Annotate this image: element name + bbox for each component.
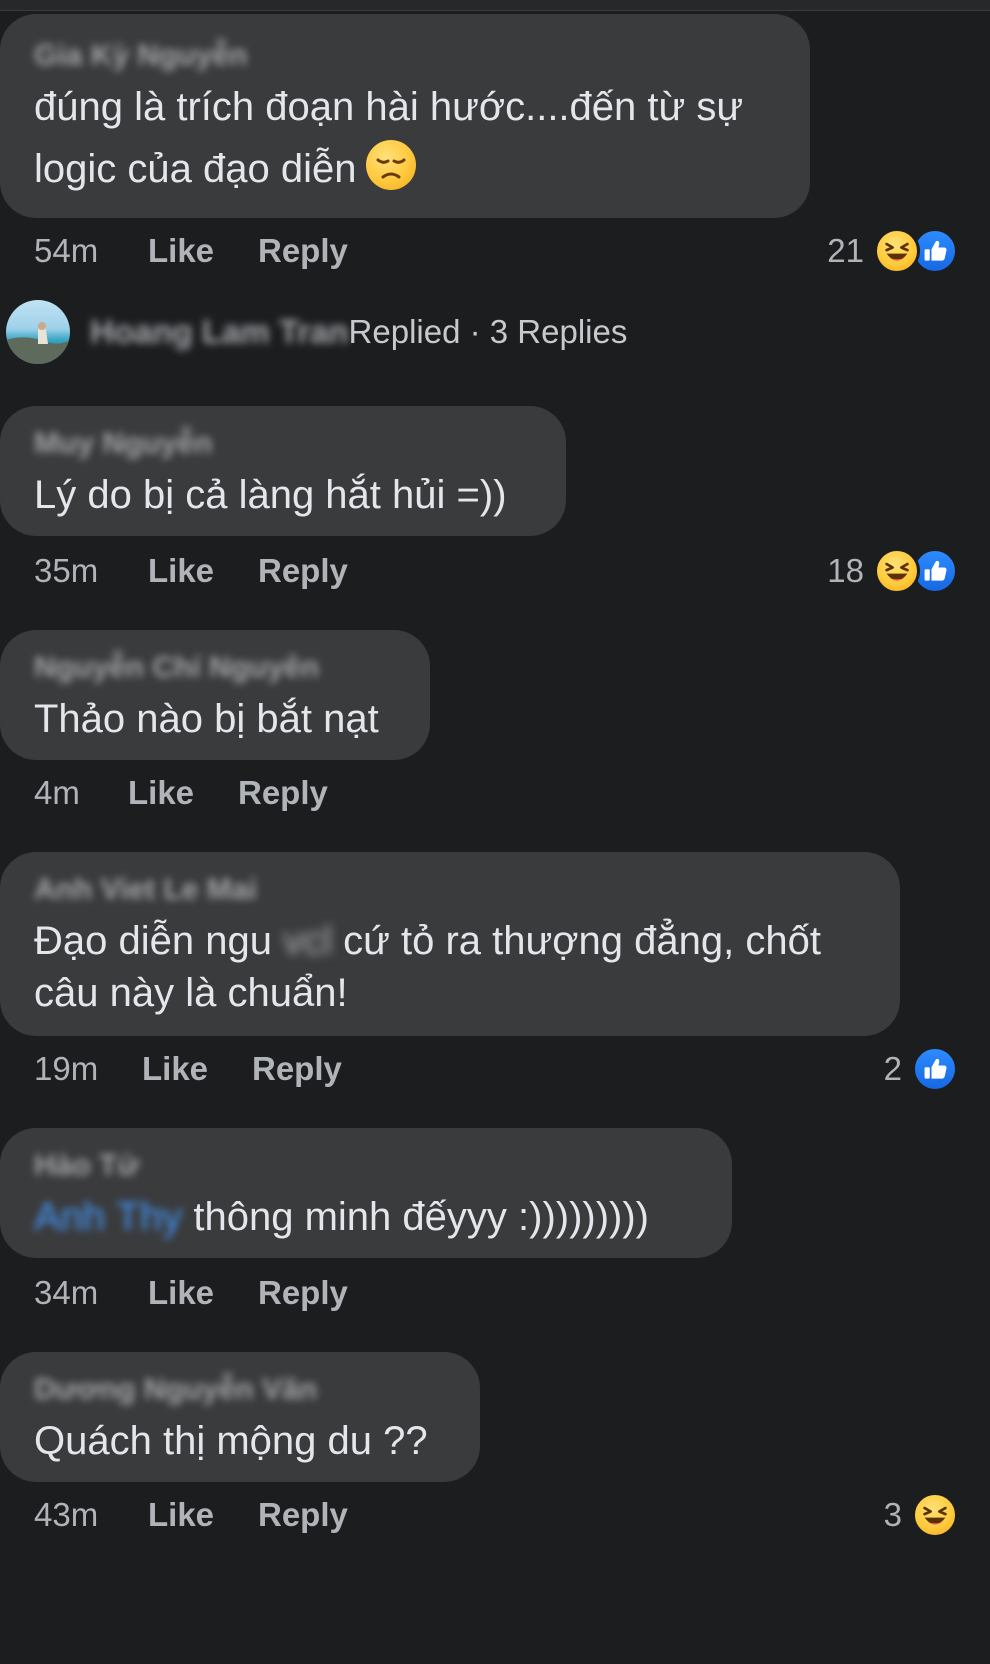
comment-author[interactable]: Muy Nguyễn bbox=[34, 424, 532, 464]
comment-text-line: logic của đạo diễn bbox=[34, 138, 776, 200]
comment-author[interactable]: Hào Tử bbox=[34, 1146, 698, 1186]
like-button[interactable]: Like bbox=[148, 552, 258, 590]
comment-time[interactable]: 54m bbox=[34, 232, 148, 270]
replier-name: Hoang Lam Tran bbox=[90, 313, 349, 350]
haha-icon bbox=[874, 228, 920, 274]
haha-icon bbox=[874, 548, 920, 594]
reaction-count: 18 bbox=[827, 552, 864, 589]
haha-icon bbox=[912, 1492, 958, 1538]
comment-bubble: Anh Viet Le Mai Đạo diễn ngu vcl cứ tỏ r… bbox=[0, 852, 900, 1036]
like-button[interactable]: Like bbox=[142, 1050, 252, 1088]
replies-link[interactable]: Hoang Lam Tran Replied · 3 Replies bbox=[6, 300, 627, 364]
disappointed-face-icon bbox=[366, 140, 417, 190]
comment-time[interactable]: 4m bbox=[34, 774, 128, 812]
comment-text: Anh Thy thông minh đếyyy :))))))))) bbox=[34, 1195, 649, 1239]
comment-bubble: Dương Nguyễn Văn Quách thị mộng du ?? bbox=[0, 1352, 480, 1482]
top-divider bbox=[0, 0, 990, 11]
comment-time[interactable]: 43m bbox=[34, 1496, 148, 1534]
comment-author[interactable]: Nguyễn Chí Nguyên bbox=[34, 648, 396, 688]
reaction-summary[interactable]: 18 bbox=[827, 546, 958, 596]
reply-button[interactable]: Reply bbox=[252, 1050, 342, 1088]
avatar[interactable] bbox=[6, 300, 70, 364]
like-button[interactable]: Like bbox=[148, 1274, 258, 1312]
comment-actions: 19m Like Reply bbox=[34, 1044, 342, 1094]
comment-text: đúng là trích đoạn hài hước....đến từ sự… bbox=[34, 76, 776, 200]
comment-actions: 43m Like Reply bbox=[34, 1490, 348, 1540]
comment-actions: 54m Like Reply bbox=[34, 226, 348, 276]
comment-author[interactable]: Anh Viet Le Mai bbox=[34, 870, 866, 910]
comment-actions: 4m Like Reply bbox=[34, 768, 328, 818]
comment-bubble: Nguyễn Chí Nguyên Thảo nào bị bắt nạt bbox=[0, 630, 430, 760]
comment-author[interactable]: Dương Nguyễn Văn bbox=[34, 1370, 446, 1410]
reply-button[interactable]: Reply bbox=[258, 1496, 348, 1534]
comment-bubble: Hào Tử Anh Thy thông minh đếyyy :)))))))… bbox=[0, 1128, 732, 1258]
comment-text: Quách thị mộng du ?? bbox=[34, 1419, 428, 1463]
reply-button[interactable]: Reply bbox=[238, 774, 328, 812]
reaction-count: 2 bbox=[883, 1050, 902, 1087]
comment-text: Thảo nào bị bắt nạt bbox=[34, 697, 379, 741]
reply-button[interactable]: Reply bbox=[258, 232, 348, 270]
mention-link[interactable]: Anh Thy bbox=[34, 1195, 182, 1239]
reaction-summary[interactable]: 21 bbox=[827, 226, 958, 276]
comment-time[interactable]: 19m bbox=[34, 1050, 142, 1088]
like-icon bbox=[912, 1046, 958, 1092]
reaction-count: 21 bbox=[827, 232, 864, 269]
reaction-count: 3 bbox=[883, 1496, 902, 1533]
reply-button[interactable]: Reply bbox=[258, 552, 348, 590]
comment-bubble: Muy Nguyễn Lý do bị cả làng hắt hủi =)) bbox=[0, 406, 566, 536]
censored-word: vcl bbox=[283, 919, 332, 963]
reaction-summary[interactable]: 3 bbox=[884, 1490, 958, 1540]
comment-author[interactable]: Gia Kỳ Nguyễn bbox=[34, 36, 776, 76]
comment-text-line: đúng là trích đoạn hài hước....đến từ sự bbox=[34, 85, 744, 129]
like-button[interactable]: Like bbox=[148, 232, 258, 270]
comment-text: Lý do bị cả làng hắt hủi =)) bbox=[34, 473, 507, 517]
replies-label: Replied · 3 Replies bbox=[348, 313, 628, 350]
like-button[interactable]: Like bbox=[148, 1496, 258, 1534]
comment-bubble: Gia Kỳ Nguyễn đúng là trích đoạn hài hướ… bbox=[0, 14, 810, 218]
comment-time[interactable]: 35m bbox=[34, 552, 148, 590]
reply-button[interactable]: Reply bbox=[258, 1274, 348, 1312]
comment-time[interactable]: 34m bbox=[34, 1274, 148, 1312]
comment-actions: 34m Like Reply bbox=[34, 1268, 348, 1318]
comment-text: Đạo diễn ngu vcl cứ tỏ ra thượng đẳng, c… bbox=[34, 910, 866, 1024]
reaction-summary[interactable]: 2 bbox=[884, 1044, 958, 1094]
like-button[interactable]: Like bbox=[128, 774, 238, 812]
comment-actions: 35m Like Reply bbox=[34, 546, 348, 596]
